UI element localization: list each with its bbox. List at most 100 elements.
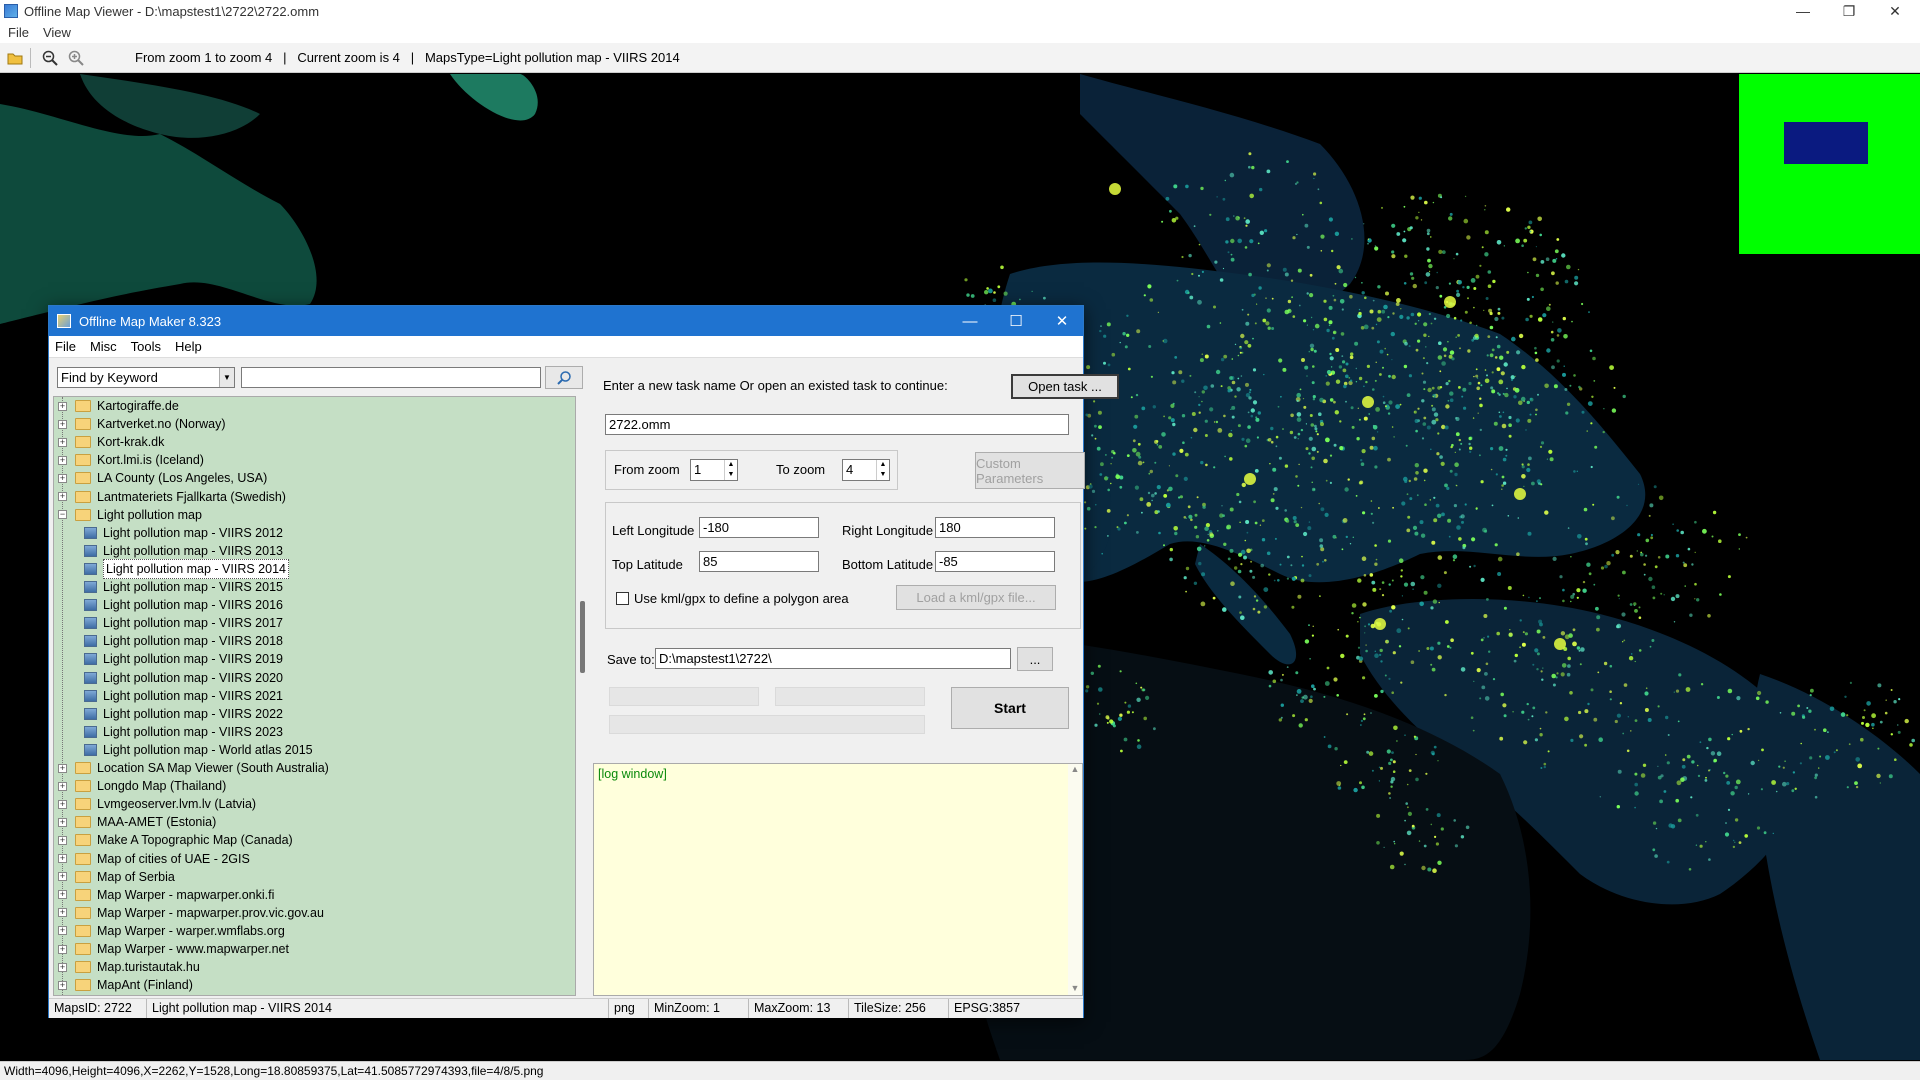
- close-icon[interactable]: ✕: [1872, 0, 1918, 22]
- custom-parameters-button[interactable]: Custom Parameters: [975, 452, 1085, 489]
- expand-icon[interactable]: +: [58, 492, 67, 501]
- map-source-tree[interactable]: + Kartogiraffe.de + Kartverket.no (Norway) +…: [53, 396, 576, 996]
- tree-item[interactable]: + Map Warper - www.mapwarper.net: [58, 940, 289, 958]
- tree-item[interactable]: + Lantmateriets Fjallkarta (Swedish): [58, 488, 286, 506]
- zoom-in-icon[interactable]: [65, 47, 87, 69]
- collapse-icon[interactable]: −: [58, 510, 67, 520]
- tree-item[interactable]: + Location SA Map Viewer (South Australia…: [58, 759, 329, 777]
- tree-item[interactable]: − Light pollution map: [58, 506, 202, 524]
- tree-item[interactable]: Light pollution map - World atlas 2015: [84, 741, 313, 759]
- minimap-viewport[interactable]: [1784, 122, 1868, 164]
- left-longitude-input[interactable]: -180: [699, 517, 819, 538]
- chevron-down-icon[interactable]: ▼: [219, 368, 234, 387]
- dialog-menu-help[interactable]: Help: [175, 339, 202, 354]
- dialog-menu-tools[interactable]: Tools: [131, 339, 161, 354]
- tree-item[interactable]: + Map Warper - mapwarper.onki.fi: [58, 886, 274, 904]
- tree-item[interactable]: Light pollution map - VIIRS 2017: [84, 614, 283, 632]
- dialog-maximize-icon[interactable]: ☐: [993, 306, 1039, 336]
- expand-icon[interactable]: +: [58, 401, 67, 411]
- tree-item[interactable]: Light pollution map - VIIRS 2013: [84, 542, 283, 560]
- expand-icon[interactable]: +: [58, 854, 67, 863]
- tree-item[interactable]: + Map.turistautak.hu: [58, 958, 200, 976]
- menu-view[interactable]: View: [43, 25, 71, 40]
- tree-item[interactable]: Light pollution map - VIIRS 2022: [84, 705, 283, 723]
- tree-item[interactable]: Light pollution map - VIIRS 2020: [84, 669, 283, 687]
- tree-item[interactable]: + Map Warper - warper.wmflabs.org: [58, 922, 285, 940]
- expand-icon[interactable]: +: [58, 908, 67, 918]
- top-latitude-input[interactable]: 85: [699, 551, 819, 572]
- tree-item[interactable]: Light pollution map - VIIRS 2018: [84, 632, 283, 650]
- tree-item[interactable]: + Lvmgeoserver.lvm.lv (Latvia): [58, 795, 256, 813]
- expand-icon[interactable]: +: [58, 455, 67, 465]
- dialog-minimize-icon[interactable]: —: [947, 306, 993, 336]
- expand-icon[interactable]: +: [58, 799, 67, 809]
- city-light: [1622, 570, 1626, 575]
- city-light: [1694, 551, 1696, 554]
- tree-item[interactable]: + Kartverket.no (Norway): [58, 415, 226, 433]
- dialog-menu-misc[interactable]: Misc: [90, 339, 117, 354]
- search-input[interactable]: [241, 367, 541, 388]
- expand-icon[interactable]: +: [58, 980, 67, 990]
- log-scrollbar[interactable]: ▲ ▼: [1068, 764, 1082, 995]
- expand-icon[interactable]: +: [58, 473, 67, 483]
- tree-item[interactable]: + Kort-krak.dk: [58, 433, 164, 451]
- tree-item[interactable]: + MapAnt (Finland): [58, 976, 193, 994]
- start-button[interactable]: Start: [951, 687, 1069, 729]
- expand-icon[interactable]: +: [58, 419, 67, 429]
- tree-item[interactable]: + LA County (Los Angeles, USA): [58, 469, 267, 487]
- tree-item[interactable]: + Map of cities of UAE - 2GIS: [58, 850, 250, 868]
- zoom-out-icon[interactable]: [39, 47, 61, 69]
- bottom-latitude-input[interactable]: -85: [935, 551, 1055, 572]
- dialog-menu-file[interactable]: File: [55, 339, 76, 354]
- city-light: [1301, 564, 1305, 567]
- open-task-button[interactable]: Open task ...: [1011, 374, 1119, 399]
- tree-item[interactable]: + Make A Topographic Map (Canada): [58, 831, 293, 849]
- tree-item[interactable]: + Kort.lmi.is (Iceland): [58, 451, 204, 469]
- task-name-input[interactable]: 2722.omm: [605, 414, 1069, 435]
- search-mode-select[interactable]: Find by Keyword ▼: [57, 367, 235, 388]
- tree-item[interactable]: + Longdo Map (Thailand): [58, 777, 226, 795]
- tree-item[interactable]: Light pollution map - VIIRS 2012: [84, 524, 283, 542]
- minimap[interactable]: [1739, 74, 1920, 254]
- search-button[interactable]: [545, 366, 583, 389]
- browse-button[interactable]: ...: [1017, 647, 1053, 671]
- city-light: [1300, 699, 1304, 703]
- right-longitude-input[interactable]: 180: [935, 517, 1055, 538]
- save-to-input[interactable]: D:\mapstest1\2722\: [655, 648, 1011, 669]
- expand-icon[interactable]: +: [58, 817, 67, 827]
- tree-item[interactable]: Light pollution map - VIIRS 2019: [84, 650, 283, 668]
- expand-icon[interactable]: +: [58, 763, 67, 773]
- tree-item[interactable]: Light pollution map - VIIRS 2014: [84, 558, 289, 579]
- to-zoom-stepper[interactable]: 4 ▲ ▼: [842, 459, 890, 481]
- scrollbar-thumb[interactable]: [580, 601, 585, 673]
- tree-item[interactable]: + Kartogiraffe.de: [58, 397, 179, 415]
- expand-icon[interactable]: +: [58, 962, 67, 972]
- expand-icon[interactable]: +: [58, 872, 67, 882]
- stepper-arrows-icon[interactable]: ▲ ▼: [876, 460, 889, 480]
- load-kml-button[interactable]: Load a kml/gpx file...: [896, 585, 1056, 610]
- expand-icon[interactable]: +: [58, 944, 67, 954]
- dialog-titlebar[interactable]: Offline Map Maker 8.323 — ☐ ✕: [49, 306, 1083, 336]
- open-folder-icon[interactable]: [4, 47, 26, 69]
- log-window[interactable]: [log window] ▲ ▼: [593, 763, 1083, 996]
- kml-checkbox[interactable]: [616, 592, 629, 605]
- tree-item[interactable]: Light pollution map - VIIRS 2016: [84, 596, 283, 614]
- tree-scrollbar[interactable]: [577, 396, 589, 996]
- tree-item[interactable]: + Map of Serbia: [58, 868, 175, 886]
- expand-icon[interactable]: +: [58, 437, 67, 447]
- restore-icon[interactable]: ❐: [1826, 0, 1872, 22]
- expand-icon[interactable]: +: [58, 890, 67, 900]
- from-zoom-stepper[interactable]: 1 ▲ ▼: [690, 459, 738, 481]
- stepper-arrows-icon[interactable]: ▲ ▼: [724, 460, 737, 480]
- tree-item[interactable]: Light pollution map - VIIRS 2015: [84, 578, 283, 596]
- expand-icon[interactable]: +: [58, 926, 67, 936]
- tree-item[interactable]: + MAA-AMET (Estonia): [58, 813, 216, 831]
- tree-item[interactable]: Light pollution map - VIIRS 2023: [84, 723, 283, 741]
- expand-icon[interactable]: +: [58, 781, 67, 791]
- tree-item[interactable]: Light pollution map - VIIRS 2021: [84, 687, 283, 705]
- dialog-close-icon[interactable]: ✕: [1039, 306, 1085, 336]
- expand-icon[interactable]: +: [58, 835, 67, 845]
- menu-file[interactable]: File: [8, 25, 29, 40]
- minimize-icon[interactable]: —: [1780, 0, 1826, 22]
- tree-item[interactable]: + Map Warper - mapwarper.prov.vic.gov.au: [58, 904, 324, 922]
